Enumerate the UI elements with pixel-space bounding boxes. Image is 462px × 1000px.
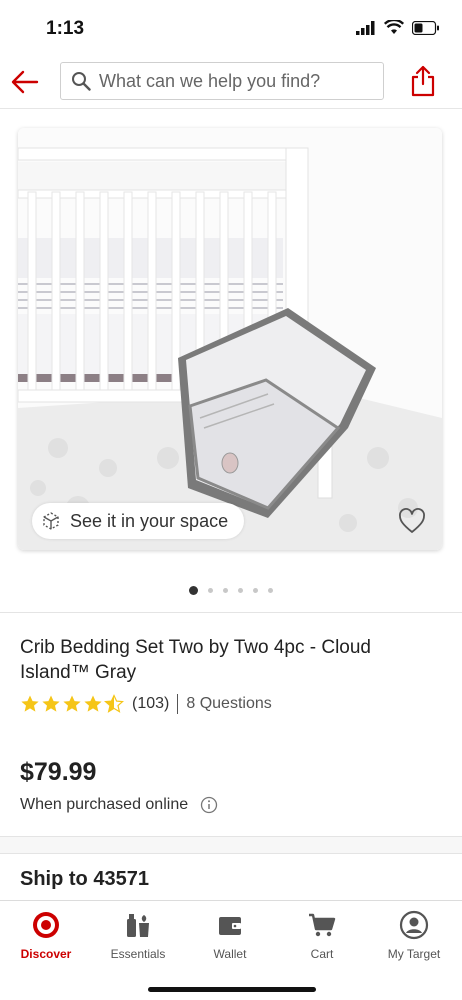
nav-my-target[interactable]: My Target: [368, 909, 460, 961]
wifi-icon: [384, 20, 404, 34]
rating-separator: [177, 694, 179, 714]
nav-label: My Target: [387, 947, 441, 961]
carousel-dots: [0, 586, 462, 595]
see-in-your-space-button[interactable]: See it in your space: [32, 503, 244, 539]
search-placeholder: What can we help you find?: [99, 70, 321, 91]
info-icon[interactable]: [200, 796, 218, 814]
section-divider: [0, 836, 462, 854]
bottom-nav: Discover Essentials Wallet Cart My Targe…: [0, 900, 462, 1000]
nav-label: Wallet: [213, 947, 247, 961]
nav-label: Discover: [20, 947, 72, 961]
account-icon: [399, 910, 429, 940]
favorite-button[interactable]: [398, 508, 426, 534]
heart-icon: [399, 508, 425, 533]
home-indicator: [148, 987, 316, 992]
battery-icon: [412, 20, 439, 35]
share-icon: [411, 65, 435, 97]
search-icon: [72, 72, 91, 91]
see-in-space-label: See it in your space: [70, 510, 229, 531]
essentials-bottles-icon: [127, 914, 149, 937]
product-title: Crib Bedding Set Two by Two 4pc - Cloud …: [20, 637, 371, 683]
star-full-icon: [63, 695, 81, 712]
rating-count[interactable]: (103): [132, 695, 169, 713]
star-full-icon: [42, 695, 60, 712]
carousel-dot[interactable]: [268, 588, 273, 593]
price-note: When purchased online: [20, 796, 218, 814]
back-arrow-icon: [11, 70, 39, 94]
product-image-carousel[interactable]: [18, 128, 442, 550]
carousel-dot[interactable]: [223, 588, 228, 593]
star-half-icon: [104, 694, 124, 713]
carousel-dot[interactable]: [189, 586, 198, 595]
carousel-dot[interactable]: [238, 588, 243, 593]
ship-to-heading[interactable]: Ship to 43571: [20, 868, 149, 891]
share-button[interactable]: [410, 64, 436, 98]
questions-link[interactable]: 8 Questions: [186, 695, 271, 713]
divider: [0, 612, 462, 613]
nav-label: Cart: [310, 947, 334, 961]
back-button[interactable]: [10, 68, 40, 96]
star-full-icon: [84, 695, 102, 712]
carousel-dot[interactable]: [208, 588, 213, 593]
nav-discover[interactable]: Discover: [0, 909, 92, 961]
ar-cube-icon: [43, 512, 59, 530]
nav-essentials[interactable]: Essentials: [92, 909, 184, 961]
nav-wallet[interactable]: Wallet: [184, 909, 276, 961]
cart-icon: [309, 913, 336, 937]
star-full-icon: [21, 695, 39, 712]
carousel-dot[interactable]: [253, 588, 258, 593]
product-price: $79.99: [20, 758, 97, 786]
star-rating: [20, 694, 124, 714]
wallet-icon: [219, 917, 241, 935]
search-input[interactable]: What can we help you find?: [60, 62, 384, 100]
status-time: 1:13: [46, 18, 85, 39]
status-icons: [356, 20, 440, 35]
nav-cart[interactable]: Cart: [276, 909, 368, 961]
nav-label: Essentials: [110, 947, 166, 961]
product-image: [18, 128, 442, 550]
status-bar: 1:13: [0, 0, 462, 56]
top-header: What can we help you find?: [0, 56, 462, 109]
signal-icon: [356, 20, 375, 35]
product-page: 1:13 What can we help you find? See it i…: [0, 0, 462, 1000]
target-bullseye-icon: [33, 912, 59, 938]
price-note-text: When purchased online: [20, 796, 189, 813]
rating-row[interactable]: (103) 8 Questions: [20, 692, 272, 716]
